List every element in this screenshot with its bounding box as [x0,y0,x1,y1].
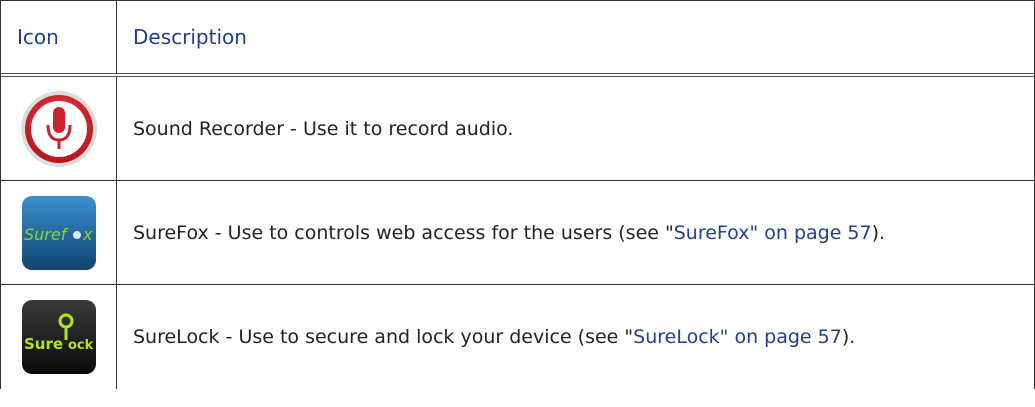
header-cell-icon: Icon [1,1,117,73]
microphone-icon [20,90,97,167]
description-text-end: ). [841,326,856,348]
header-cell-description: Description [117,1,1034,73]
icon-cell: Suref x [1,181,117,284]
table-row: Suref x SureFox - Use to controls web ac… [1,181,1034,285]
description-text: SureLock - Use to secure and lock your d… [133,326,634,348]
surefox-page-link[interactable]: SureFox" on page 57 [674,222,872,244]
description-text-end: ). [871,221,886,244]
description-text: Sound Recorder - Use it to record audio. [133,117,514,140]
table-header-row: Icon Description [1,1,1034,77]
surefox-icon: Suref x [21,195,96,270]
icon-cell [1,77,117,180]
surelock-page-link[interactable]: SureLock" on page 57 [633,326,842,348]
table-row: Sound Recorder - Use it to record audio. [1,77,1034,181]
table-row: Sure ock SureLock - Use to secure and lo… [1,285,1034,389]
surelock-icon: Sure ock [21,300,96,374]
description-cell: SureFox - Use to controls web access for… [117,181,1034,284]
description-text: SureFox - Use to controls web access for… [133,221,674,244]
surelock-icon-text-left: Sure [24,335,63,353]
icon-cell: Sure ock [1,285,117,389]
surefox-icon-text-right: x [82,225,93,244]
surelock-icon-text-right: ock [68,338,94,353]
surefox-icon-text-left: Suref [24,225,69,244]
header-icon-label: Icon [17,25,59,49]
description-cell: Sound Recorder - Use it to record audio. [117,77,1034,180]
icon-table: Icon Description Sound Recorder - Use it… [0,0,1035,389]
description-cell: SureLock - Use to secure and lock your d… [117,285,1034,389]
header-description-label: Description [133,25,247,49]
